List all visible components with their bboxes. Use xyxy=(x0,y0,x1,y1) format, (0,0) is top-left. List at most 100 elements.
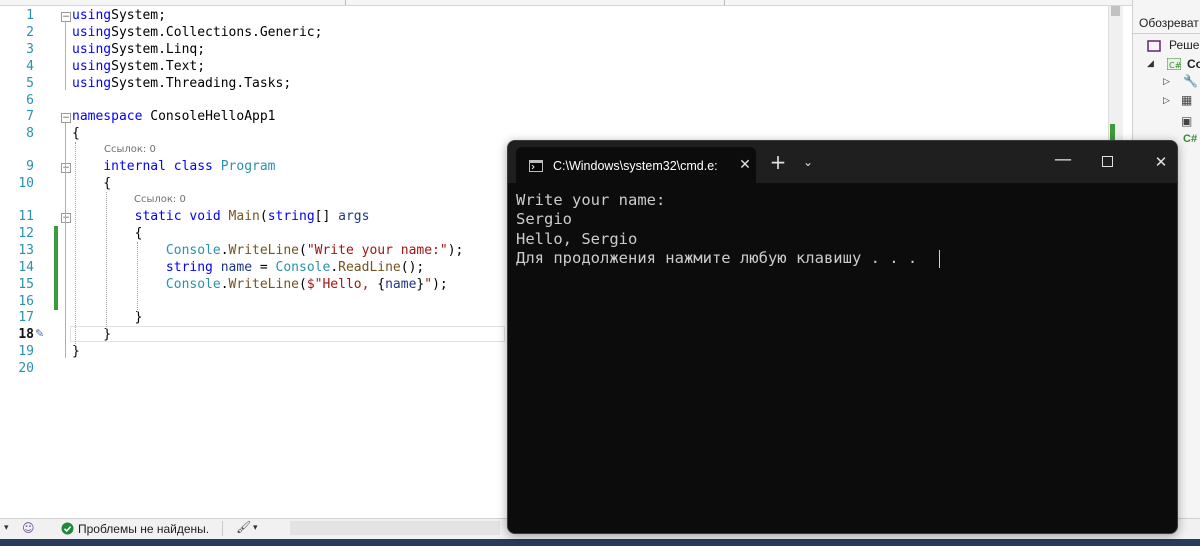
problems-status-text[interactable]: Проблемы не найдены. xyxy=(78,522,209,536)
svg-text:C#: C# xyxy=(1169,61,1181,70)
line-number: 5 xyxy=(26,75,34,91)
solution-item-label[interactable]: Решен xyxy=(1169,38,1200,52)
quick-actions-brush-icon[interactable]: ✎ xyxy=(35,327,44,340)
cmd-output-line: Для продолжения нажмите любую клавишу . … xyxy=(516,249,918,267)
expand-arrow-icon[interactable]: ▷ xyxy=(1163,77,1170,87)
chevron-down-icon[interactable]: ⌄ xyxy=(795,149,821,175)
close-window-icon[interactable]: ✕ xyxy=(1148,149,1174,175)
fold-toggle-icon[interactable]: − xyxy=(61,12,71,22)
maximize-icon[interactable] xyxy=(1102,156,1113,167)
code-token: namespace xyxy=(72,109,143,125)
code-line[interactable]: } xyxy=(72,310,143,326)
code-token: System.Threading.Tasks; xyxy=(111,75,292,91)
line-number: 4 xyxy=(26,58,34,74)
code-line[interactable]: Console.WriteLine("Write your name:"); xyxy=(72,243,463,258)
code-line[interactable]: usingSystem.Linq; xyxy=(72,42,205,57)
taskbar-edge xyxy=(0,539,1200,546)
line-number: 16 xyxy=(18,293,34,309)
line-number: 6 xyxy=(26,92,34,108)
zoom-dropdown-arrow-icon[interactable]: ▾ xyxy=(4,523,9,533)
code-cleanup-brush-icon[interactable]: 🖌 xyxy=(236,520,251,534)
code-token: ); xyxy=(432,276,448,292)
scrollbar-thumb[interactable] xyxy=(1111,6,1120,16)
line-number: 2 xyxy=(26,24,34,40)
cmd-output-line: Write your name: xyxy=(516,191,666,209)
text-cursor xyxy=(939,250,940,268)
codelens-references-main[interactable]: Ссылок: 0 xyxy=(134,194,186,205)
code-token: ConsoleHelloApp1 xyxy=(142,109,276,125)
code-token: { xyxy=(72,176,112,192)
code-token: WriteLine xyxy=(228,276,299,292)
code-line[interactable]: } xyxy=(72,344,80,359)
config-file-icon: ▣ xyxy=(1181,114,1193,128)
solution-icon xyxy=(1147,40,1161,52)
code-line[interactable]: internal class Program xyxy=(72,159,275,174)
expand-arrow-icon[interactable]: ▷ xyxy=(1163,96,1170,106)
code-token: ( xyxy=(299,276,307,292)
tab-separator xyxy=(724,0,725,5)
csharp-project-icon: C# xyxy=(1167,58,1181,70)
code-token: System.Collections.Generic; xyxy=(111,24,323,40)
code-token: "Write your name:" xyxy=(306,242,448,258)
line-number: 3 xyxy=(26,41,34,57)
code-line[interactable]: usingSystem.Text; xyxy=(72,59,205,74)
code-line[interactable]: usingSystem; xyxy=(72,8,166,23)
line-number: 11 xyxy=(18,209,34,224)
code-token: (); xyxy=(400,259,425,275)
minimize-icon[interactable]: — xyxy=(1050,149,1076,175)
fold-toggle-icon[interactable]: − xyxy=(61,213,71,223)
code-token: { xyxy=(72,126,80,142)
wrench-icon: 🔧 xyxy=(1183,74,1198,88)
cs-file-icon: C# xyxy=(1183,133,1198,145)
close-tab-icon[interactable]: ✕ xyxy=(732,152,758,178)
code-line[interactable]: { xyxy=(72,225,143,241)
code-token: } xyxy=(72,310,143,326)
fold-toggle-icon[interactable]: − xyxy=(61,163,71,174)
check-circle-icon xyxy=(61,522,74,535)
code-token: { xyxy=(72,225,143,241)
code-line[interactable]: namespace ConsoleHelloApp1 xyxy=(72,109,276,124)
codelens-references-class[interactable]: Ссылок: 0 xyxy=(104,144,156,155)
cmd-window[interactable]: C:\Windows\system32\cmd.e: ✕ + ⌄ — ✕ Wri… xyxy=(507,140,1178,534)
line-number: 1 xyxy=(26,8,34,23)
code-token: ); xyxy=(447,242,464,258)
line-number: 10 xyxy=(18,176,34,192)
code-line[interactable]: string name = Console.ReadLine(); xyxy=(72,260,424,275)
horizontal-scrollbar[interactable] xyxy=(290,521,500,535)
collapse-arrow-icon[interactable]: ◢ xyxy=(1147,59,1154,69)
cmd-title-bar[interactable]: C:\Windows\system32\cmd.e: ✕ + ⌄ — ✕ xyxy=(508,141,1177,183)
scrollbar-change-marker xyxy=(1110,124,1115,140)
project-item-label[interactable]: Co xyxy=(1187,57,1200,71)
code-line[interactable]: Console.WriteLine($"Hello, {name}"); xyxy=(72,277,448,292)
indent-guide xyxy=(75,142,76,347)
line-number: 17 xyxy=(18,310,34,326)
code-token: = xyxy=(252,259,276,275)
code-line[interactable]: { xyxy=(72,126,80,141)
new-tab-icon[interactable]: + xyxy=(765,149,791,175)
code-line[interactable]: { xyxy=(72,176,111,191)
code-token: using xyxy=(72,75,112,91)
code-line[interactable]: usingSystem.Collections.Generic; xyxy=(72,25,322,40)
line-number: 8 xyxy=(26,126,34,142)
copilot-icon[interactable]: ☺ xyxy=(22,521,35,535)
current-line-highlight xyxy=(70,326,505,342)
cmd-icon xyxy=(529,160,543,172)
code-token: WriteLine xyxy=(228,242,299,258)
solution-explorer-title: Обозреват xyxy=(1139,16,1199,30)
code-token: Console xyxy=(165,242,221,258)
code-token: . xyxy=(330,259,339,275)
code-token: System.Text; xyxy=(111,58,206,74)
cmd-tab[interactable]: C:\Windows\system32\cmd.e: ✕ xyxy=(516,147,756,183)
fold-guide-line xyxy=(65,223,66,325)
code-line[interactable]: usingSystem.Threading.Tasks; xyxy=(72,76,291,91)
code-line[interactable]: } xyxy=(72,327,111,342)
chevron-down-icon[interactable]: ▾ xyxy=(253,523,258,533)
line-number: 14 xyxy=(18,259,34,275)
fold-toggle-icon[interactable]: − xyxy=(61,113,71,124)
code-line[interactable]: static void Main(string[] args xyxy=(72,209,370,224)
